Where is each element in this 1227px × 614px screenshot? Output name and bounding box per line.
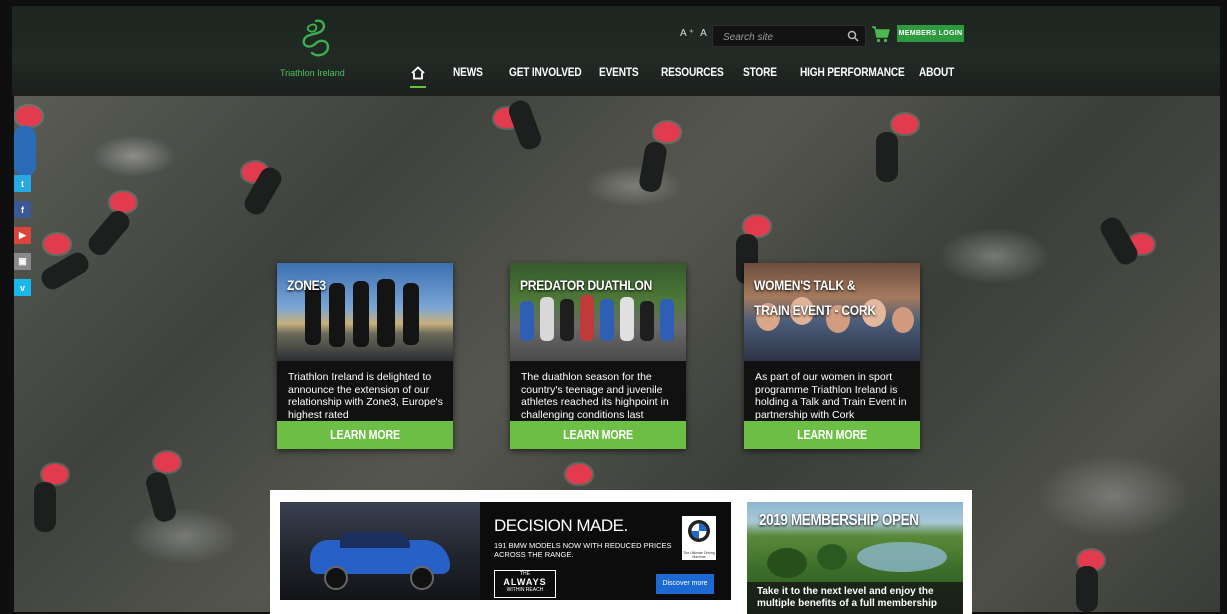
membership-banner[interactable]: 2019 MEMBERSHIP OPEN Take it to the next… [747, 502, 963, 614]
tree-shape [767, 548, 807, 578]
swimmer [154, 452, 180, 472]
social-glyph: ▶ [19, 230, 26, 240]
triathlon-ireland-logo-icon [302, 19, 330, 57]
search-box [712, 25, 866, 47]
learn-more-button[interactable]: LEARN MORE [277, 421, 453, 449]
swimmer [892, 114, 918, 134]
shopping-cart-icon[interactable] [871, 24, 891, 44]
nav-item-store[interactable]: STORE [743, 67, 777, 79]
bmw-logo-caption: The Ultimate Driving Machine [683, 551, 715, 559]
swimmer-body [37, 248, 93, 294]
card-title[interactable]: ZONE3 [287, 273, 425, 298]
social-glyph: v [19, 282, 25, 293]
swimmer-body [34, 482, 56, 532]
instagram-icon[interactable]: ▣ [14, 253, 31, 270]
bmw-tagline: THE ALWAYS WITHIN REACH [494, 570, 556, 598]
news-card: PREDATOR DUATHLON The duathlon season fo… [510, 263, 686, 449]
card-title[interactable]: PREDATOR DUATHLON [520, 273, 658, 298]
swimmer-body [143, 470, 179, 524]
learn-more-label: LEARN MORE [563, 428, 633, 442]
promo-strip: DECISION MADE. 191 BMW MODELS NOW WITH R… [270, 490, 972, 614]
vimeo-icon[interactable]: v [14, 279, 31, 296]
bmw-headline: DECISION MADE. [494, 516, 628, 535]
swimmer-body [14, 126, 36, 176]
card-title[interactable]: WOMEN'S TALK & TRAIN EVENT - CORK [754, 273, 892, 323]
bmw-tagline-main: ALWAYS [503, 577, 547, 587]
learn-more-label: LEARN MORE [330, 428, 400, 442]
lake-shape [857, 542, 947, 572]
nav-item-news[interactable]: NEWS [453, 67, 483, 79]
site-logo[interactable]: Triathlon Ireland [280, 18, 350, 84]
members-login-button[interactable]: MEMBERS LOGIN [897, 25, 964, 42]
membership-text: Take it to the next level and enjoy the … [747, 582, 963, 614]
bmw-logo: The Ultimate Driving Machine [682, 516, 716, 560]
swimmer [566, 464, 592, 484]
swimmer [654, 122, 680, 142]
swimmer-body [637, 140, 669, 194]
swimmer [16, 106, 42, 126]
logo-text: Triathlon Ireland [280, 68, 345, 78]
membership-title: 2019 MEMBERSHIP OPEN [759, 512, 919, 529]
swimmer-body [876, 132, 898, 182]
swimmer [44, 234, 70, 254]
swimmer [110, 192, 136, 212]
news-card: ZONE3 Triathlon Ireland is delighted to … [277, 263, 453, 449]
learn-more-button[interactable]: LEARN MORE [744, 421, 920, 449]
nav-item-about[interactable]: ABOUT [919, 67, 954, 79]
social-glyph: f [21, 204, 24, 215]
bmw-roundel-icon [688, 520, 710, 542]
card-excerpt: Triathlon Ireland is delighted to announ… [288, 371, 443, 421]
tree-shape [817, 544, 847, 570]
search-icon[interactable] [847, 30, 859, 42]
bmw-tagline-bottom: WITHIN REACH [506, 587, 544, 593]
nav-item-resources[interactable]: RESOURCES [661, 67, 724, 79]
bmw-advert[interactable]: DECISION MADE. 191 BMW MODELS NOW WITH R… [280, 502, 731, 600]
swimmer-body [1076, 566, 1098, 612]
facebook-icon[interactable]: f [14, 201, 31, 218]
font-size-controls[interactable]: A⁺ A [680, 28, 709, 39]
search-input[interactable] [721, 28, 843, 46]
swimmer-body [84, 206, 134, 260]
social-glyph: t [21, 178, 24, 189]
learn-more-label: LEARN MORE [797, 428, 867, 442]
news-card: WOMEN'S TALK & TRAIN EVENT - CORK As par… [744, 263, 920, 449]
swimmer [744, 216, 770, 236]
youtube-icon[interactable]: ▶ [14, 227, 31, 244]
swimmer [42, 464, 68, 484]
home-icon[interactable] [410, 65, 426, 81]
learn-more-button[interactable]: LEARN MORE [510, 421, 686, 449]
card-excerpt: As part of our women in sport programme … [755, 371, 907, 421]
nav-item-events[interactable]: EVENTS [599, 67, 639, 79]
active-nav-indicator [410, 86, 426, 88]
nav-item-high-performance[interactable]: HIGH PERFORMANCE [800, 67, 905, 79]
bmw-subtext: 191 BMW MODELS NOW WITH REDUCED PRICES A… [494, 541, 672, 559]
nav-item-get-involved[interactable]: GET INVOLVED [509, 67, 582, 79]
twitter-icon[interactable]: t [14, 175, 31, 192]
discover-more-button[interactable]: Discover more [656, 574, 714, 594]
site-header [12, 6, 1220, 96]
card-excerpt: The duathlon season for the country's te… [521, 371, 669, 421]
car-photo [280, 502, 480, 600]
social-glyph: ▣ [18, 256, 27, 266]
